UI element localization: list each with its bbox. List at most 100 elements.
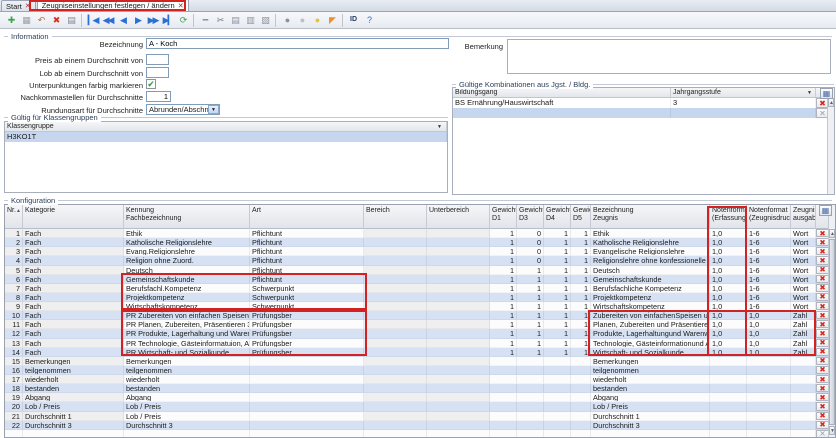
cell-unterbereich[interactable]	[427, 348, 490, 357]
cell-d3[interactable]	[517, 402, 544, 411]
nav-last-button[interactable]: ▶▎	[160, 13, 175, 27]
cell-nfe[interactable]	[710, 384, 747, 393]
cell-art[interactable]: Prüfungsber	[250, 348, 364, 357]
cell-nfd[interactable]: 1-6	[747, 293, 791, 302]
cell-bez[interactable]	[591, 430, 710, 438]
cell-ausgabe[interactable]: Zahl	[791, 320, 816, 329]
cell-ausgabe[interactable]: Wort	[791, 238, 816, 247]
cell-jahrgangsstufe[interactable]	[671, 108, 816, 118]
cell-nfe[interactable]: 1,0	[710, 256, 747, 265]
cell-bez[interactable]: Bemerkungen	[591, 357, 710, 366]
cell-nfd[interactable]	[747, 366, 791, 375]
paste-special-button[interactable]: ▧	[257, 13, 272, 27]
cell-d3[interactable]: 1	[517, 339, 544, 348]
table-row[interactable]: 7FachBerufsfachl.KompetenzSchwerpunkt111…	[5, 284, 830, 293]
cell-d4[interactable]	[544, 384, 571, 393]
cell-d1[interactable]: 1	[490, 302, 517, 311]
cell-nfe[interactable]: 1,0	[710, 329, 747, 338]
cell-d1[interactable]: 1	[490, 284, 517, 293]
column-header-d5[interactable]: GewichtD5	[571, 205, 591, 229]
cell-nr[interactable]: 12	[5, 329, 23, 338]
cell-d4[interactable]: 1	[544, 329, 571, 338]
cell-art[interactable]	[250, 384, 364, 393]
cell-art[interactable]: Pflichtunt	[250, 275, 364, 284]
cell-nr[interactable]: 15	[5, 357, 23, 366]
cell-ausgabe[interactable]: Zahl	[791, 348, 816, 357]
cell-unterbereich[interactable]	[427, 284, 490, 293]
cell-art[interactable]: Pflichtunt	[250, 247, 364, 256]
cell-d5[interactable]: 1	[571, 275, 591, 284]
cell-nfe[interactable]: 1,0	[710, 238, 747, 247]
cell-nfd[interactable]: 1-6	[747, 247, 791, 256]
cell-kennung[interactable]: Bemerkungen	[124, 357, 250, 366]
column-header-d4[interactable]: GewichtD4	[544, 205, 571, 229]
table-row[interactable]: 22Durchschnitt 3Durchschnitt 3Durchschni…	[5, 421, 830, 430]
cell-d1[interactable]: 1	[490, 238, 517, 247]
cell-d3[interactable]	[517, 421, 544, 430]
cell-art[interactable]	[250, 393, 364, 402]
cell-bereich[interactable]	[364, 302, 427, 311]
cell-kennung[interactable]: PR Planen, Zubereiten, Präsentieren 3Gan…	[124, 320, 250, 329]
cell-art[interactable]	[250, 421, 364, 430]
cell-art[interactable]	[250, 412, 364, 421]
cell-nfe[interactable]	[710, 366, 747, 375]
cell-unterbereich[interactable]	[427, 393, 490, 402]
table-row[interactable]: 20Lob / PreisLob / PreisLob / Preis✖	[5, 402, 830, 411]
cell-bez[interactable]: Zubereiten von einfachenSpeisen und Geri…	[591, 311, 710, 320]
cell-bereich[interactable]	[364, 275, 427, 284]
cell-bereich[interactable]	[364, 393, 427, 402]
cell-kennung[interactable]: Berufsfachl.Kompetenz	[124, 284, 250, 293]
preis-input[interactable]	[146, 54, 169, 65]
scroll-down-icon[interactable]: ▼	[829, 426, 835, 435]
cell-d3[interactable]	[517, 357, 544, 366]
cell-d5[interactable]: 1	[571, 348, 591, 357]
column-header-nfd[interactable]: Notenformat(Zeugnisdruck)	[747, 205, 791, 229]
cell-kennung[interactable]: Lob / Preis	[124, 412, 250, 421]
cell-d1[interactable]	[490, 366, 517, 375]
cell-bereich[interactable]	[364, 430, 427, 438]
cell-nfd[interactable]	[747, 384, 791, 393]
cell-kategorie[interactable]: Fach	[23, 275, 124, 284]
tab-close-icon[interactable]: ✕	[178, 2, 184, 10]
cell-bereich[interactable]	[364, 247, 427, 256]
cell-unterbereich[interactable]	[427, 375, 490, 384]
cell-nfd[interactable]: 1,0	[747, 311, 791, 320]
cell-d1[interactable]	[490, 384, 517, 393]
cell-d5[interactable]	[571, 393, 591, 402]
cell-d5[interactable]: 1	[571, 320, 591, 329]
cell-kennung[interactable]: Lob / Preis	[124, 402, 250, 411]
bell-button[interactable]: ●	[279, 13, 294, 27]
cell-d3[interactable]	[517, 366, 544, 375]
cell-nfd[interactable]: 1-6	[747, 229, 791, 238]
announce-button[interactable]: ◤	[324, 13, 339, 27]
cell-kategorie[interactable]: Fach	[23, 229, 124, 238]
table-row[interactable]: 17wiederholtwiederholtwiederholt✖	[5, 375, 830, 384]
cell-d3[interactable]: 1	[517, 293, 544, 302]
cell-d5[interactable]	[571, 430, 591, 438]
cell-ausgabe[interactable]: Zahl	[791, 329, 816, 338]
cell-nfd[interactable]: 1-6	[747, 238, 791, 247]
cell-bereich[interactable]	[364, 357, 427, 366]
cell-d5[interactable]: 1	[571, 247, 591, 256]
cell-ausgabe[interactable]: Wort	[791, 302, 816, 311]
table-row[interactable]: BS Ernährung/Hauswirtschaft 3 ✖	[453, 98, 834, 108]
cell-bez[interactable]: Katholische Religionslehre	[591, 238, 710, 247]
cell-bez[interactable]: bestanden	[591, 384, 710, 393]
cell-art[interactable]	[250, 357, 364, 366]
cell-nfe[interactable]: 1,0	[710, 348, 747, 357]
cell-nr[interactable]: 18	[5, 384, 23, 393]
cell-kennung[interactable]: Religion ohne Zuord.	[124, 256, 250, 265]
table-row[interactable]: 4FachReligion ohne Zuord.Pflichtunt1011R…	[5, 256, 830, 265]
cell-nfd[interactable]	[747, 393, 791, 402]
cell-bereich[interactable]	[364, 256, 427, 265]
cell-d3[interactable]: 1	[517, 302, 544, 311]
cell-nfe[interactable]	[710, 412, 747, 421]
cell-kategorie[interactable]: bestanden	[23, 384, 124, 393]
cell-nfe[interactable]: 1,0	[710, 266, 747, 275]
cell-nr[interactable]: 7	[5, 284, 23, 293]
lob-input[interactable]	[146, 67, 169, 78]
cell-art[interactable]: Schwerpunkt	[250, 293, 364, 302]
cell-d1[interactable]: 1	[490, 329, 517, 338]
cell-d3[interactable]: 0	[517, 238, 544, 247]
cell-nfd[interactable]: 1-6	[747, 302, 791, 311]
